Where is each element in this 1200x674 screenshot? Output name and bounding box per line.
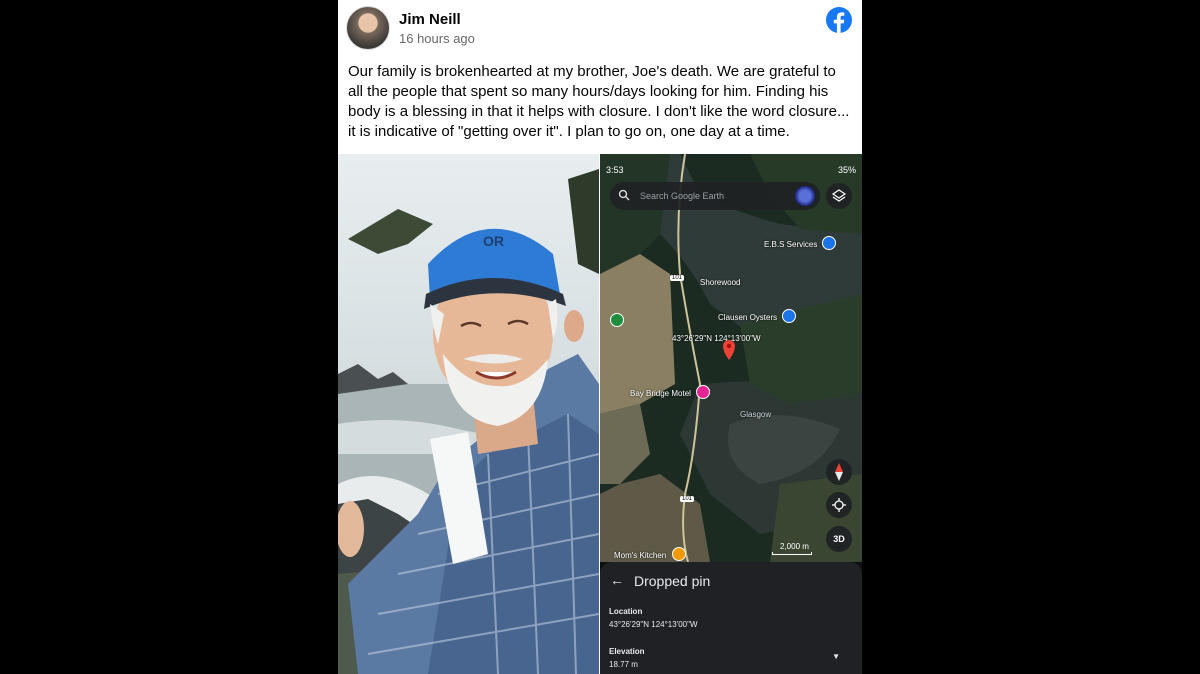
post-header: Jim Neill 16 hours ago <box>338 0 862 56</box>
my-location-button[interactable] <box>826 492 852 518</box>
svg-text:OR: OR <box>483 233 504 249</box>
author-name[interactable]: Jim Neill <box>399 11 461 28</box>
restaurant-poi-icon[interactable] <box>672 547 686 561</box>
sheet-title: Dropped pin <box>634 573 711 589</box>
layers-button[interactable] <box>826 183 852 209</box>
route-shield-2: 101 <box>680 496 695 502</box>
satellite-map[interactable]: 3:53 35% Search Google Earth E.B.S Servi… <box>600 154 862 562</box>
motel-poi-icon[interactable] <box>696 385 710 399</box>
post-timestamp[interactable]: 16 hours ago <box>399 31 475 46</box>
map-label-glasgow[interactable]: Glasgow <box>740 410 771 419</box>
facebook-logo-icon <box>826 7 852 33</box>
my-location-icon <box>832 498 846 512</box>
portrait-illustration: OR <box>338 169 599 674</box>
map-scale-bar <box>772 552 812 555</box>
map-label-shorewood[interactable]: Shorewood <box>700 278 740 287</box>
location-label: Location <box>609 607 643 616</box>
facebook-post: Jim Neill 16 hours ago Our family is bro… <box>338 0 862 674</box>
map-label-clausen[interactable]: Clausen Oysters <box>718 313 777 322</box>
route-shield-1: 101 <box>670 275 685 281</box>
satellite-imagery <box>600 154 862 562</box>
portrait-photo[interactable]: OR <box>338 154 599 674</box>
dropped-pin-sheet: ← Dropped pin Location 43°26'29"N 124°13… <box>600 562 862 674</box>
status-time: 3:53 <box>606 165 624 175</box>
search-icon <box>618 189 630 201</box>
back-arrow-icon[interactable]: ← <box>610 572 624 588</box>
3d-toggle-button[interactable]: 3D <box>826 526 852 552</box>
location-value: 43°26'29"N 124°13'00"W <box>609 620 698 629</box>
map-label-coords: 43°26'29"N 124°13'00"W <box>672 334 761 343</box>
park-poi-icon[interactable] <box>610 313 624 327</box>
account-avatar-icon[interactable] <box>795 186 815 206</box>
map-scale-label: 2,000 m <box>780 542 809 551</box>
google-earth-screenshot[interactable]: 3:53 35% Search Google Earth E.B.S Servi… <box>600 154 862 674</box>
battery-level: 35% <box>837 165 856 175</box>
avatar[interactable] <box>346 6 390 50</box>
map-label-moms-kitchen[interactable]: Mom's Kitchen <box>614 551 666 560</box>
map-search-bar[interactable]: Search Google Earth <box>610 182 820 210</box>
map-label-motel[interactable]: Bay Bridge Motel <box>630 389 691 398</box>
layers-icon <box>831 189 847 202</box>
compass-icon <box>835 463 843 481</box>
post-text: Our family is brokenhearted at my brothe… <box>348 63 850 140</box>
ebs-poi-icon[interactable] <box>822 236 836 250</box>
clausen-poi-icon[interactable] <box>782 309 796 323</box>
search-placeholder: Search Google Earth <box>640 191 725 201</box>
compass-button[interactable] <box>826 459 852 485</box>
expand-chevron-icon[interactable]: ▼ <box>832 652 840 661</box>
elevation-value: 18.77 m <box>609 660 638 669</box>
elevation-label: Elevation <box>609 647 645 656</box>
map-label-ebs[interactable]: E.B.S Services <box>764 240 817 249</box>
